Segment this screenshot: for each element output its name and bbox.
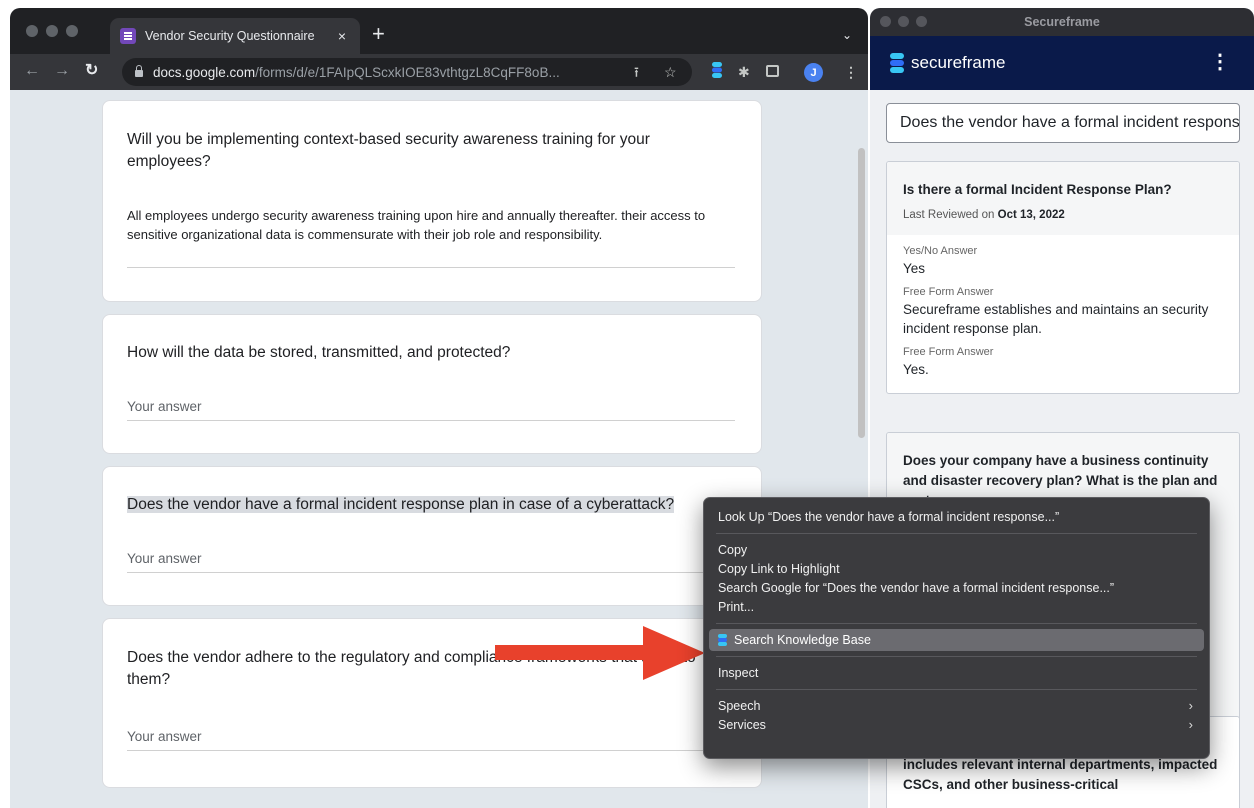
extensions-puzzle-icon[interactable]: ✱ (738, 63, 750, 81)
answer-type-label: Free Form Answer (903, 286, 994, 298)
question-title: Will you be implementing context-based s… (127, 131, 650, 170)
answer-underline (127, 572, 735, 573)
bookmark-star-icon[interactable]: ☆ (664, 63, 677, 81)
submenu-chevron-icon: › (1188, 717, 1193, 732)
menu-item-look-up[interactable]: Look Up “Does the vendor have a formal i… (704, 506, 1209, 528)
secureframe-extension-icon[interactable] (712, 62, 722, 82)
new-tab-button[interactable]: + (372, 23, 385, 45)
answer-value: Yes. (903, 362, 929, 377)
url-host: docs.google.com (153, 64, 256, 80)
answer-field[interactable]: All employees undergo security awareness… (127, 206, 727, 244)
last-reviewed: Last Reviewed on Oct 13, 2022 (903, 209, 1223, 221)
answer-input[interactable]: Your answer (127, 399, 202, 414)
scrollbar-thumb[interactable] (858, 148, 865, 438)
zoom-window-button[interactable] (66, 25, 78, 37)
tab-vendor-security-questionnaire[interactable]: Vendor Security Questionnaire × (110, 18, 360, 54)
menu-item-label: Speech (718, 699, 761, 713)
side-panel-icon[interactable] (766, 65, 779, 77)
menu-item-label: Search Knowledge Base (734, 633, 871, 647)
window-titlebar: Secureframe (870, 8, 1254, 36)
answer-underline (127, 267, 735, 268)
close-window-button[interactable] (880, 16, 891, 27)
highlighted-text: Does the vendor have a formal incident r… (127, 496, 675, 513)
secureframe-brand: secureframe (911, 53, 1006, 72)
answer-input[interactable]: Your answer (127, 551, 202, 566)
answer-type-label: Free Form Answer (903, 346, 994, 358)
tab-search-chevron-icon[interactable]: ⌄ (842, 28, 852, 42)
question-title: Does the vendor have a formal incident r… (127, 494, 787, 516)
question-card: Will you be implementing context-based s… (102, 100, 762, 302)
answer-value: Secureframe establishes and maintains an… (903, 302, 1209, 336)
menu-item-services[interactable]: Services › (704, 714, 1209, 736)
share-icon[interactable]: ⭱ (634, 63, 639, 81)
reload-icon[interactable]: ↻ (85, 62, 98, 80)
result-question: includes relevant internal departments, … (903, 757, 1218, 792)
lock-icon[interactable] (135, 65, 143, 77)
secureframe-logo-icon (890, 53, 904, 73)
menu-separator (716, 689, 1197, 690)
question-card: Does the vendor have a formal incident r… (102, 466, 762, 606)
google-forms-icon (120, 28, 136, 44)
question-card: How will the data be stored, transmitted… (102, 314, 762, 454)
result-card-header: Is there a formal Incident Response Plan… (887, 162, 1239, 235)
result-question: Is there a formal Incident Response Plan… (903, 182, 1172, 197)
menu-item-print[interactable]: Print... (704, 596, 1209, 618)
result-card-body: Yes/No Answer Yes Free Form Answer Secur… (887, 235, 1239, 393)
menu-separator (716, 533, 1197, 534)
red-arrow-icon (495, 626, 705, 680)
secureframe-logo-icon (718, 634, 727, 646)
menu-item-search-knowledge-base[interactable]: Search Knowledge Base (709, 629, 1204, 651)
close-window-button[interactable] (26, 25, 38, 37)
more-menu-icon[interactable]: ⋮ (1210, 50, 1230, 74)
menu-item-inspect[interactable]: Inspect (704, 662, 1209, 684)
window-title: Secureframe (1024, 15, 1100, 29)
answer-underline (127, 420, 735, 421)
context-menu: Look Up “Does the vendor have a formal i… (703, 497, 1210, 759)
secureframe-header: secureframe ⋮ (870, 36, 1254, 90)
menu-separator (716, 656, 1197, 657)
result-card[interactable]: Is there a formal Incident Response Plan… (886, 161, 1240, 394)
last-reviewed-date: Oct 13, 2022 (997, 209, 1065, 221)
browser-toolbar: ← → ↻ docs.google.com /forms/d/e/1FAIpQL… (10, 54, 868, 90)
answer-value: Yes (903, 261, 926, 276)
address-bar[interactable]: docs.google.com /forms/d/e/1FAIpQLScxkIO… (122, 58, 692, 86)
screen: Vendor Security Questionnaire × + ⌄ ← → … (0, 0, 1254, 808)
chrome-menu-icon[interactable]: ⋮ (844, 63, 858, 81)
knowledge-base-search-input[interactable]: Does the vendor have a formal incident r… (886, 103, 1240, 143)
answer-underline (127, 750, 735, 751)
zoom-window-button[interactable] (916, 16, 927, 27)
forward-arrow-icon[interactable]: → (54, 62, 70, 80)
last-reviewed-label: Last Reviewed on (903, 209, 995, 221)
answer-type-label: Yes/No Answer (903, 245, 978, 257)
url-path: /forms/d/e/1FAIpQLScxkIOE83vthtgzL8CqFF8… (255, 64, 560, 80)
answer-input[interactable]: Your answer (127, 729, 202, 744)
minimize-window-button[interactable] (898, 16, 909, 27)
menu-item-label: Services (718, 718, 766, 732)
tab-close-icon[interactable]: × (334, 28, 350, 44)
question-title: How will the data be stored, transmitted… (127, 344, 511, 361)
tab-title: Vendor Security Questionnaire (145, 29, 315, 43)
back-arrow-icon[interactable]: ← (24, 62, 40, 80)
profile-avatar[interactable]: J (804, 63, 823, 82)
tab-strip: Vendor Security Questionnaire × + ⌄ (10, 8, 868, 54)
menu-separator (716, 623, 1197, 624)
minimize-window-button[interactable] (46, 25, 58, 37)
